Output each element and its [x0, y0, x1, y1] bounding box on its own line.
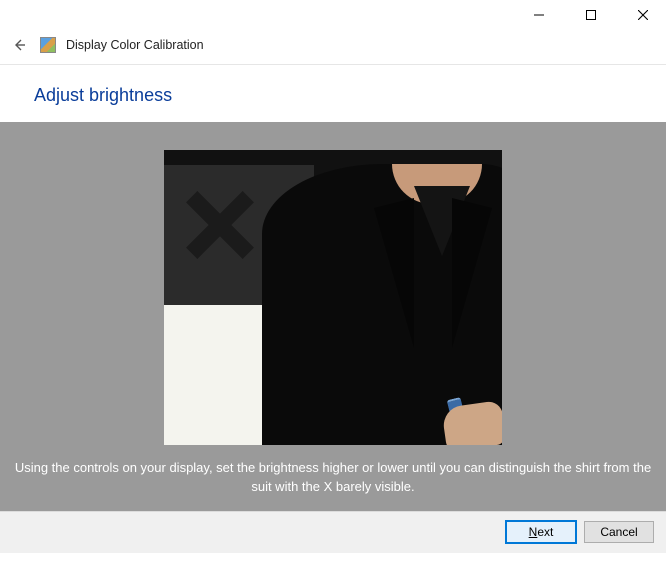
reference-x-mark	[180, 185, 260, 265]
minimize-button[interactable]	[522, 3, 556, 27]
footer: Next Cancel	[0, 511, 666, 553]
back-button[interactable]	[8, 34, 30, 56]
content-area: Using the controls on your display, set …	[0, 122, 666, 511]
app-title: Display Color Calibration	[66, 38, 204, 52]
close-button[interactable]	[626, 3, 660, 27]
cancel-button[interactable]: Cancel	[584, 521, 654, 543]
next-button[interactable]: Next	[506, 521, 576, 543]
brightness-sample-image	[164, 150, 502, 445]
next-rest: ext	[537, 525, 553, 539]
instruction-text: Using the controls on your display, set …	[3, 445, 663, 501]
app-icon	[40, 37, 56, 53]
header: Display Color Calibration	[0, 30, 666, 65]
maximize-button[interactable]	[574, 3, 608, 27]
titlebar	[0, 0, 666, 30]
page-heading: Adjust brightness	[0, 65, 666, 122]
